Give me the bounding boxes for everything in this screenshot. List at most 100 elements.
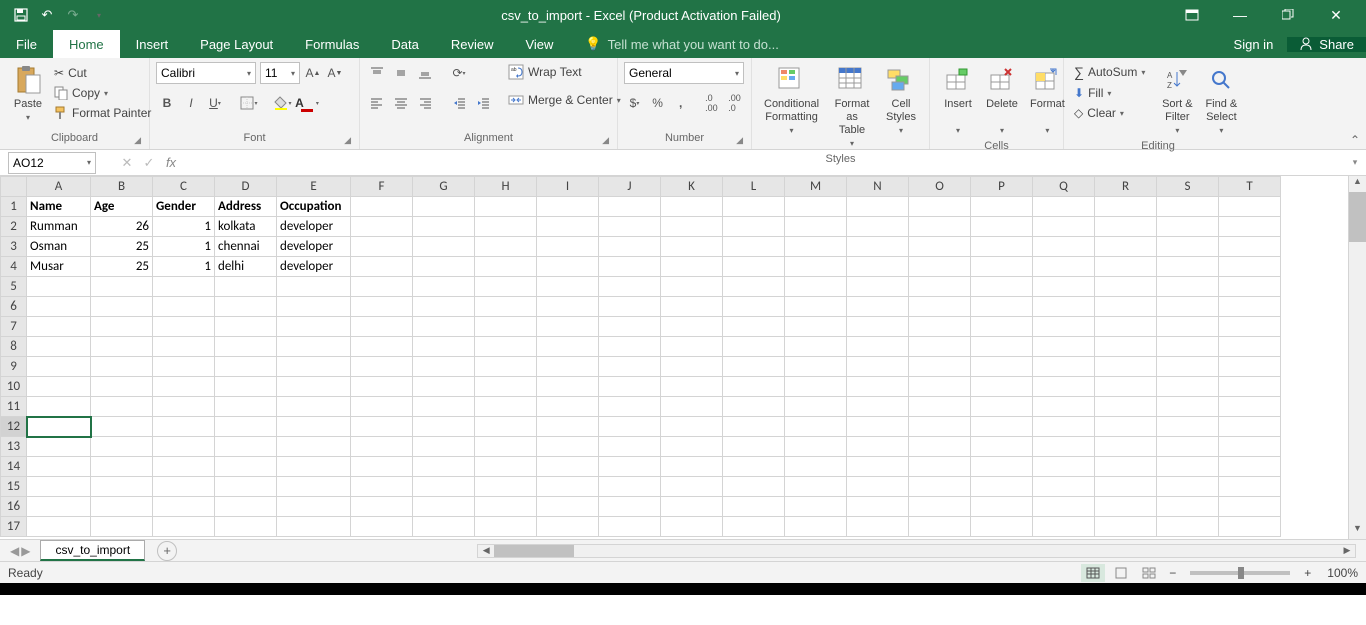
column-header[interactable]: O: [909, 177, 971, 197]
cell[interactable]: [847, 297, 909, 317]
cell[interactable]: [847, 457, 909, 477]
cell[interactable]: [475, 517, 537, 537]
tab-home[interactable]: Home: [53, 30, 120, 58]
cell[interactable]: [1095, 257, 1157, 277]
qat-customize[interactable]: ▾: [88, 4, 110, 26]
clear-button[interactable]: ◇Clear▾: [1070, 104, 1149, 122]
cell[interactable]: Musar: [27, 257, 91, 277]
cell[interactable]: [413, 397, 475, 417]
cell[interactable]: [27, 317, 91, 337]
cell[interactable]: [277, 477, 351, 497]
cell[interactable]: kolkata: [215, 217, 277, 237]
cell[interactable]: [91, 357, 153, 377]
cell[interactable]: [475, 317, 537, 337]
cell[interactable]: [971, 237, 1033, 257]
cell[interactable]: [351, 297, 413, 317]
cell[interactable]: [215, 517, 277, 537]
cell[interactable]: [537, 357, 599, 377]
cell[interactable]: [785, 317, 847, 337]
cell[interactable]: [153, 357, 215, 377]
cell[interactable]: [847, 337, 909, 357]
cell[interactable]: [537, 457, 599, 477]
cell[interactable]: [153, 297, 215, 317]
cell[interactable]: [91, 297, 153, 317]
cell[interactable]: [599, 477, 661, 497]
italic-button[interactable]: I: [180, 92, 202, 114]
cell[interactable]: [413, 257, 475, 277]
cell[interactable]: [1095, 237, 1157, 257]
cell[interactable]: [847, 477, 909, 497]
cell[interactable]: [1095, 357, 1157, 377]
cell[interactable]: [785, 497, 847, 517]
cell[interactable]: [723, 357, 785, 377]
cell[interactable]: [537, 437, 599, 457]
cell[interactable]: [413, 377, 475, 397]
cell[interactable]: [351, 317, 413, 337]
cell[interactable]: [351, 397, 413, 417]
cell[interactable]: [847, 517, 909, 537]
cell[interactable]: [351, 337, 413, 357]
tell-me[interactable]: 💡 Tell me what you want to do...: [569, 30, 778, 58]
align-bottom-button[interactable]: [414, 62, 436, 84]
cell[interactable]: [1095, 337, 1157, 357]
cell[interactable]: [1033, 377, 1095, 397]
cell[interactable]: [723, 197, 785, 217]
cell[interactable]: [971, 457, 1033, 477]
percent-button[interactable]: %: [647, 92, 668, 114]
column-header[interactable]: F: [351, 177, 413, 197]
row-header[interactable]: 14: [1, 457, 27, 477]
cell[interactable]: [475, 477, 537, 497]
cell[interactable]: delhi: [215, 257, 277, 277]
tab-insert[interactable]: Insert: [120, 30, 185, 58]
cell[interactable]: [971, 437, 1033, 457]
cell[interactable]: [277, 497, 351, 517]
cell[interactable]: [723, 457, 785, 477]
save-button[interactable]: [10, 4, 32, 26]
column-header[interactable]: G: [413, 177, 475, 197]
borders-button[interactable]: ▾: [238, 92, 260, 114]
cell[interactable]: [215, 497, 277, 517]
merge-center-button[interactable]: Merge & Center▾: [504, 90, 625, 110]
cell[interactable]: 26: [91, 217, 153, 237]
cell[interactable]: [1157, 417, 1219, 437]
cell[interactable]: [475, 377, 537, 397]
cell[interactable]: [91, 477, 153, 497]
cell[interactable]: [909, 437, 971, 457]
cell[interactable]: [413, 237, 475, 257]
dialog-launcher[interactable]: ◢: [602, 133, 609, 147]
prev-sheet-button[interactable]: ◀: [10, 544, 19, 558]
cell[interactable]: [599, 397, 661, 417]
cell[interactable]: [785, 257, 847, 277]
column-header[interactable]: A: [27, 177, 91, 197]
cell[interactable]: [153, 457, 215, 477]
cell[interactable]: [909, 357, 971, 377]
font-size-select[interactable]: 11▾: [260, 62, 300, 84]
cell[interactable]: [91, 337, 153, 357]
cell[interactable]: Address: [215, 197, 277, 217]
cell[interactable]: [1157, 317, 1219, 337]
cell[interactable]: [1033, 237, 1095, 257]
cell[interactable]: Occupation: [277, 197, 351, 217]
cell[interactable]: [27, 277, 91, 297]
column-header[interactable]: S: [1157, 177, 1219, 197]
column-header[interactable]: R: [1095, 177, 1157, 197]
cell[interactable]: [661, 397, 723, 417]
row-header[interactable]: 4: [1, 257, 27, 277]
cell[interactable]: [847, 497, 909, 517]
cell[interactable]: [475, 197, 537, 217]
cell[interactable]: [27, 357, 91, 377]
cell[interactable]: [27, 417, 91, 437]
cell[interactable]: [351, 497, 413, 517]
cell[interactable]: [537, 317, 599, 337]
cell[interactable]: [351, 477, 413, 497]
cell[interactable]: [1033, 317, 1095, 337]
close-button[interactable]: ✕: [1316, 0, 1356, 30]
find-select-button[interactable]: Find & Select▾: [1199, 62, 1243, 139]
next-sheet-button[interactable]: ▶: [21, 544, 30, 558]
cell[interactable]: [971, 317, 1033, 337]
cell[interactable]: [277, 297, 351, 317]
row-header[interactable]: 11: [1, 397, 27, 417]
cell[interactable]: [909, 217, 971, 237]
cell[interactable]: [1033, 417, 1095, 437]
cell[interactable]: [1219, 437, 1281, 457]
